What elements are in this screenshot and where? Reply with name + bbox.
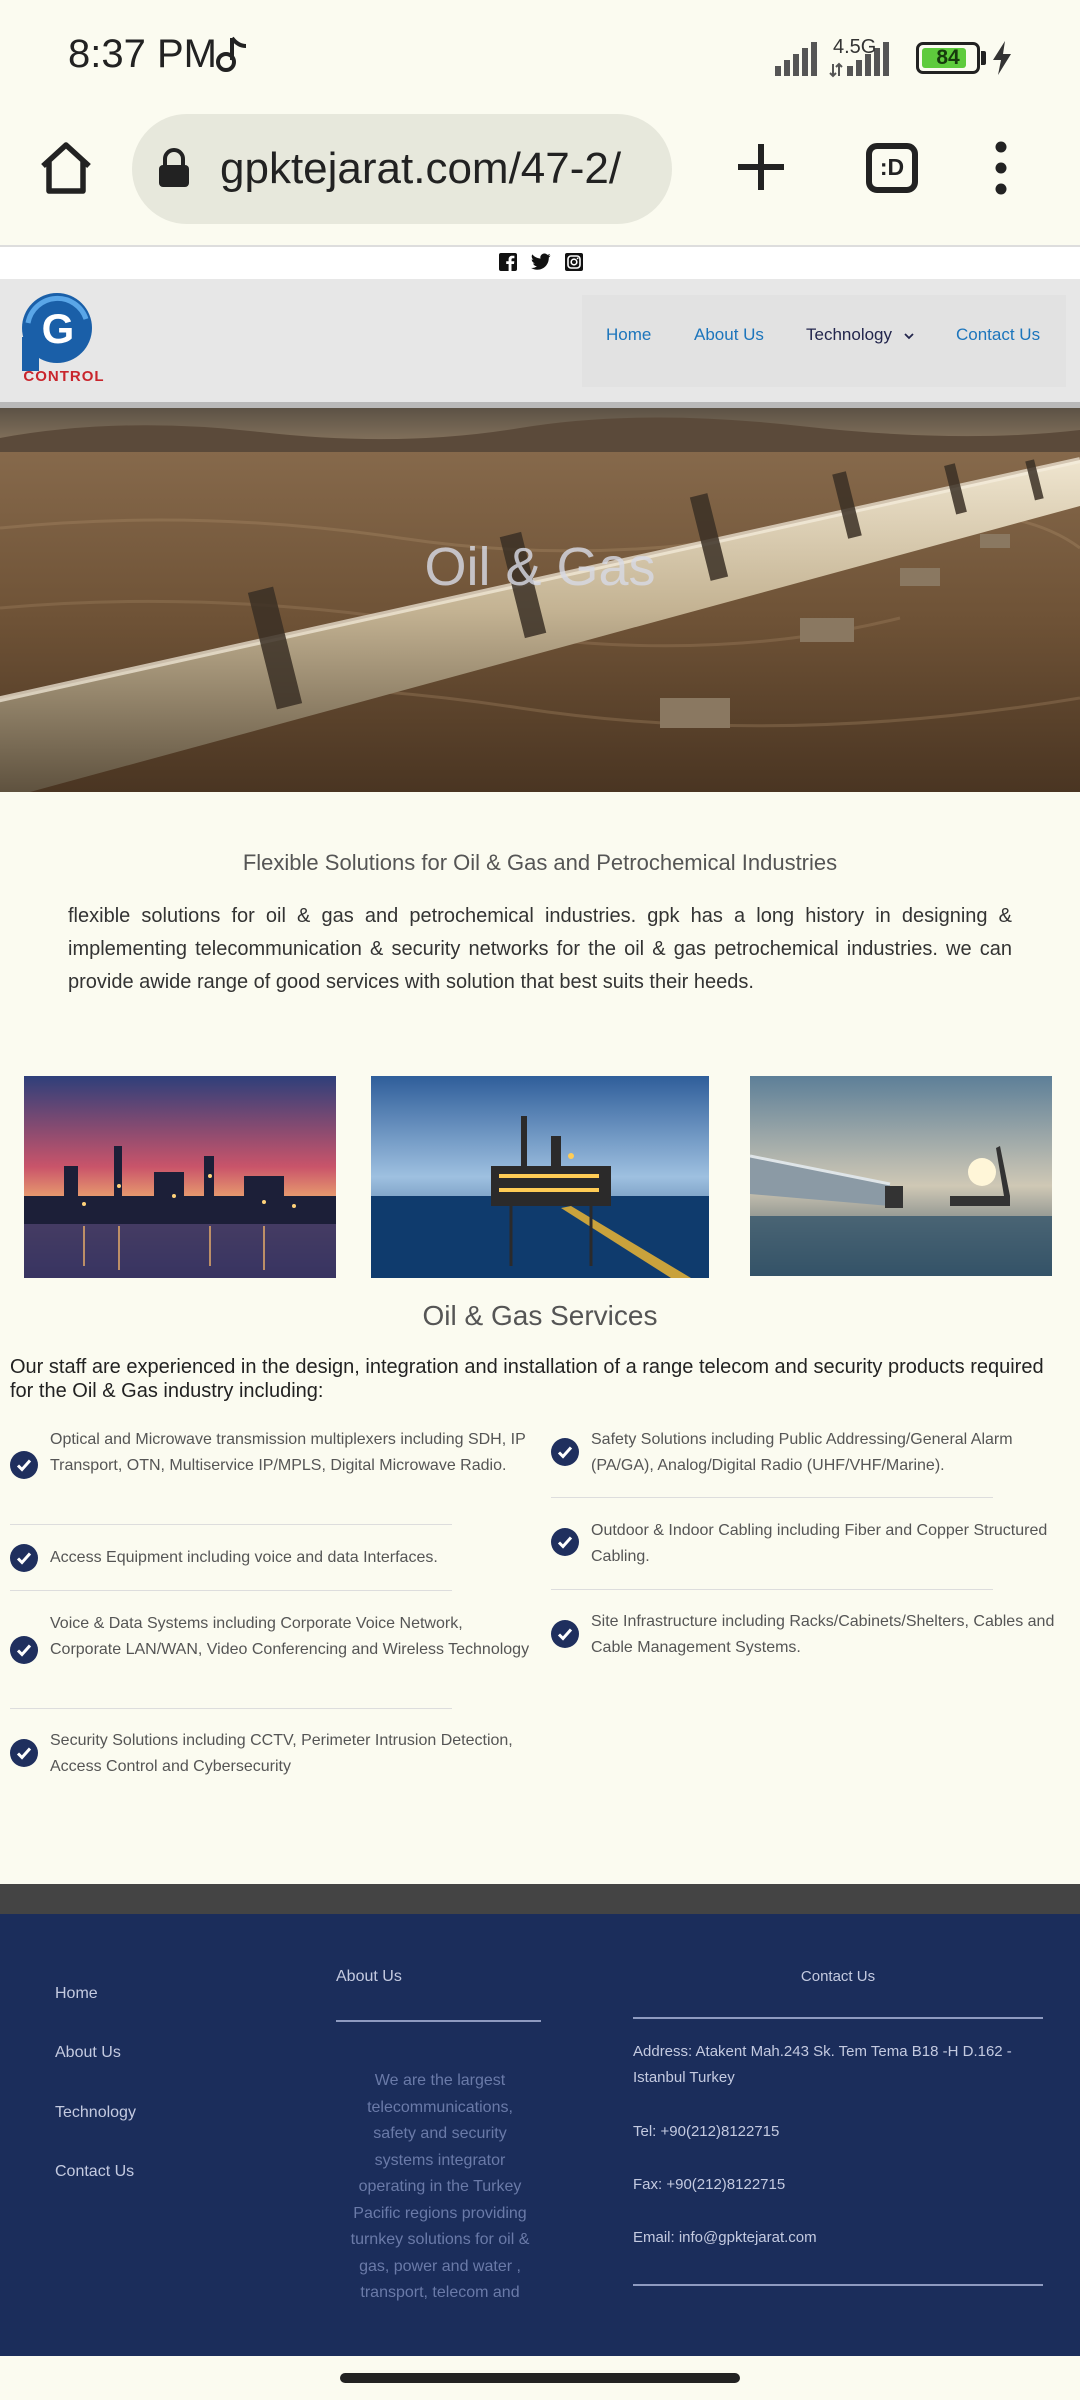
home-icon[interactable] [36, 138, 96, 198]
refinery-night-photo [24, 1076, 336, 1278]
instagram-icon[interactable] [565, 253, 583, 271]
nav-home[interactable]: Home [606, 325, 651, 345]
footer-top-band [0, 1884, 1080, 1914]
chevron-down-icon [904, 332, 914, 339]
service-item: Outdoor & Indoor Cabling including Fiber… [591, 1522, 1048, 1565]
intro-heading: Flexible Solutions for Oil & Gas and Pet… [242, 850, 838, 875]
address-bar[interactable]: gpktejarat.com/47-2/ [132, 114, 672, 224]
battery-tip [981, 51, 986, 65]
service-item: Optical and Microwave transmission multi… [50, 1431, 526, 1474]
site-footer: Home About Us Technology Contact Us Abou… [0, 1914, 1080, 2356]
services-intro: Our staff are experienced in the design,… [10, 1356, 1044, 1402]
status-time: 8:37 PM [68, 32, 217, 76]
divider [551, 1589, 993, 1590]
footer-address: Address: Atakent Mah.243 Sk. Tem Tema B1… [633, 2043, 1012, 2086]
browser-toolbar: gpktejarat.com/47-2/ :D [0, 110, 1080, 247]
service-item: Safety Solutions including Public Addres… [591, 1431, 1013, 1474]
hero-banner: Oil & Gas [0, 408, 1080, 792]
company-logo[interactable]: G CONTROL [20, 293, 112, 385]
twitter-icon[interactable] [531, 253, 551, 271]
main-navigation: Home About Us Technology Contact Us [582, 295, 1066, 387]
social-links-bar [0, 247, 1080, 279]
lock-icon [159, 148, 189, 187]
facebook-icon[interactable] [499, 253, 517, 271]
divider [336, 2020, 541, 2022]
nav-technology[interactable]: Technology [806, 325, 915, 345]
navigation-bar [0, 2356, 1080, 2400]
divider [633, 2284, 1043, 2286]
check-circle-icon [10, 1544, 38, 1572]
nav-technology-label: Technology [806, 325, 893, 344]
check-circle-icon [10, 1451, 38, 1479]
charging-bolt-icon [993, 41, 1011, 75]
service-item: Site Infrastructure including Racks/Cabi… [591, 1613, 1055, 1656]
nav-contact[interactable]: Contact Us [956, 325, 1040, 345]
status-bar: 8:37 PM 4.5G 84 [0, 0, 1080, 110]
page-title: Oil & Gas [424, 537, 656, 597]
divider [633, 2017, 1043, 2019]
intro-text: flexible solutions for oil & gas and pet… [68, 905, 1012, 993]
footer-contact-title: Contact Us [800, 1968, 876, 1985]
music-note-icon [216, 36, 247, 72]
offshore-platform-photo [371, 1076, 709, 1278]
tab-switcher-icon: :D [879, 154, 905, 180]
gesture-handle[interactable] [340, 2373, 740, 2383]
divider [10, 1708, 452, 1709]
footer-about-title: About Us [336, 1968, 402, 1985]
footer-link-contact[interactable]: Contact Us [55, 2163, 134, 2181]
footer-phone[interactable]: Tel: +90(212)8122715 [633, 2119, 1043, 2145]
footer-email[interactable]: Email: info@gpktejarat.com [633, 2225, 1043, 2251]
pipeline-hero-image [0, 408, 1080, 792]
logo-letter: G [42, 305, 75, 352]
footer-about-text: We are the largest telecommunications, s… [350, 2072, 530, 2301]
url-text: gpktejarat.com/47-2/ [220, 144, 622, 193]
check-circle-icon [551, 1438, 579, 1466]
check-circle-icon [10, 1739, 38, 1767]
footer-fax: Fax: +90(212)8122715 [633, 2176, 786, 2193]
subsea-pipeline-photo [750, 1076, 1052, 1276]
tab-switcher-button[interactable]: :D [866, 143, 918, 193]
service-item: Security Solutions including CCTV, Perim… [50, 1732, 513, 1775]
plus-icon[interactable] [734, 140, 788, 194]
check-circle-icon [10, 1636, 38, 1664]
site-header: G CONTROL Home About Us Technology Conta… [0, 279, 1080, 408]
check-circle-icon [551, 1620, 579, 1648]
service-item: Access Equipment including voice and dat… [50, 1549, 438, 1566]
services-title: Oil & Gas Services [422, 1300, 658, 1331]
nav-about[interactable]: About Us [694, 325, 764, 345]
battery-level: 84 [936, 46, 960, 69]
divider [10, 1524, 452, 1525]
footer-link-home[interactable]: Home [55, 1985, 98, 2003]
divider [10, 1590, 452, 1591]
battery-icon: 84 [916, 42, 980, 74]
footer-link-about[interactable]: About Us [55, 2044, 121, 2062]
overflow-menu-icon[interactable] [986, 140, 1016, 196]
footer-link-technology[interactable]: Technology [55, 2104, 136, 2122]
service-item: Voice & Data Systems including Corporate… [50, 1615, 530, 1658]
logo-text: CONTROL [23, 368, 104, 385]
network-type: 4.5G [833, 36, 877, 58]
divider [551, 1497, 993, 1498]
check-circle-icon [551, 1528, 579, 1556]
